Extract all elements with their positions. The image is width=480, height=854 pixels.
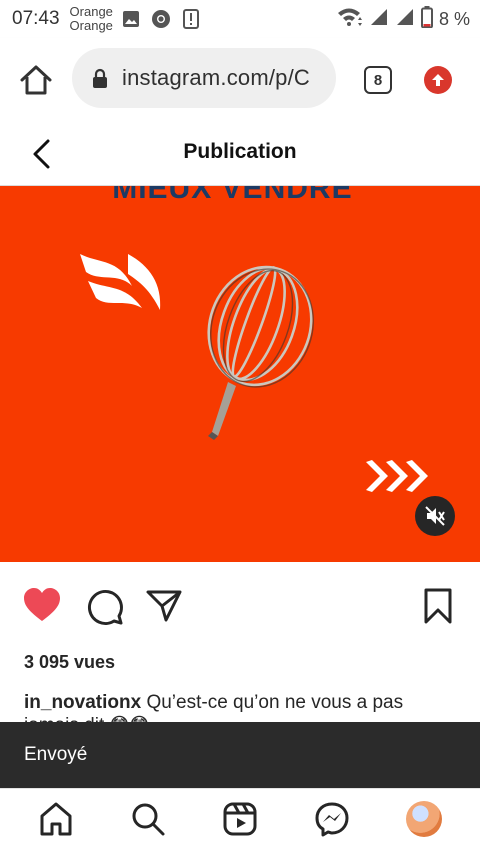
post-header: Publication	[0, 120, 480, 186]
post-actions	[0, 586, 480, 630]
messenger-icon	[315, 802, 349, 837]
tab-switcher-button[interactable]: 8	[364, 66, 392, 94]
battery-percent: 8 %	[438, 8, 470, 29]
save-button[interactable]	[418, 586, 458, 626]
post-caption: in_novationx Qu’est-ce qu’on ne vous a p…	[24, 690, 464, 716]
post-media[interactable]: MIEUX VENDRE"	[0, 186, 480, 562]
status-right: 8 %	[337, 5, 470, 33]
bookmark-icon	[424, 588, 452, 624]
browser-toolbar: instagram.com/p/C 8	[0, 38, 480, 120]
carrier-line-2: Orange	[69, 18, 113, 33]
caption-text: Qu’est-ce qu’on ne vous a pas	[141, 692, 404, 713]
wifi-icon	[337, 7, 363, 32]
home-icon	[20, 65, 52, 95]
nav-search[interactable]	[130, 801, 166, 837]
address-bar[interactable]: instagram.com/p/C	[72, 48, 336, 108]
arrow-up-icon	[432, 74, 444, 86]
heart-filled-icon	[24, 588, 60, 621]
carrier-line-1: Orange	[69, 4, 113, 19]
page-title: Publication	[183, 140, 297, 163]
caption-username[interactable]: in_novationx	[24, 692, 141, 713]
bottom-navigation	[0, 788, 480, 854]
search-icon	[132, 803, 165, 836]
view-count: 3 095 vues	[24, 652, 116, 672]
nav-reels[interactable]	[222, 801, 258, 837]
mute-button[interactable]	[415, 496, 455, 536]
comment-icon	[88, 590, 123, 625]
comment-button[interactable]	[84, 586, 124, 626]
like-button[interactable]	[22, 586, 62, 626]
profile-avatar[interactable]	[406, 801, 442, 837]
nav-home[interactable]	[38, 801, 74, 837]
reels-icon	[223, 802, 257, 836]
whisk-illustration	[80, 254, 428, 492]
speaker-muted-icon	[425, 506, 445, 526]
home-icon	[40, 802, 72, 836]
signal-icon	[395, 7, 415, 32]
alert-icon	[181, 9, 201, 29]
nav-messenger[interactable]	[314, 801, 350, 837]
battery-icon	[420, 5, 433, 33]
url-text: instagram.com/p/C	[122, 65, 311, 90]
send-icon	[146, 590, 182, 622]
home-button[interactable]	[18, 62, 54, 98]
status-time: 07:43	[12, 8, 60, 29]
snackbar: Envoyé	[0, 722, 480, 788]
lock-icon	[93, 68, 107, 88]
update-button[interactable]	[424, 66, 452, 94]
snackbar-text: Envoyé	[24, 744, 88, 765]
signal-icon	[369, 7, 389, 32]
carrier-label: Orange Orange	[70, 5, 113, 33]
chrome-icon	[151, 9, 171, 29]
status-bar: 07:43 Orange Orange 8 %	[0, 0, 480, 38]
image-icon	[121, 9, 141, 29]
share-button[interactable]	[144, 586, 184, 626]
